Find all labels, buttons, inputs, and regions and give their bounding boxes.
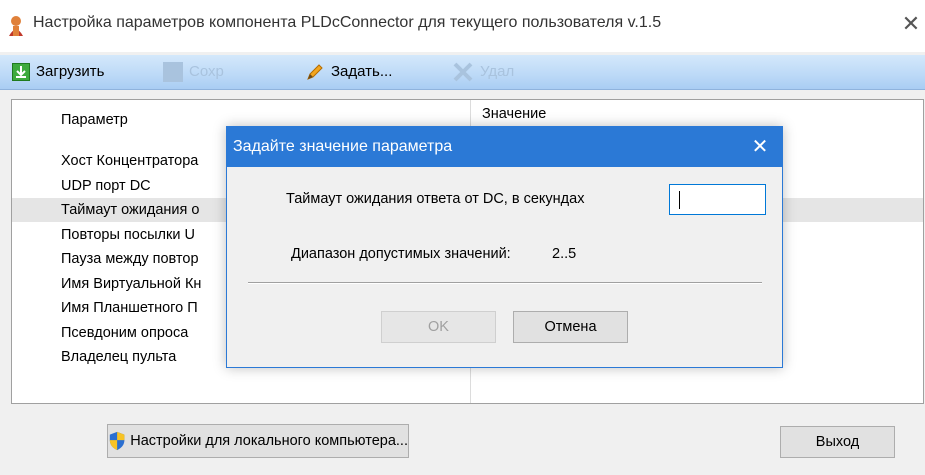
parameter-name-cell: Псевдоним опроса [61, 324, 189, 341]
delete-button[interactable]: Удал [452, 55, 514, 89]
parameter-name-cell: UDP порт DC [61, 177, 151, 194]
save-button[interactable]: Сохр [163, 55, 224, 89]
parameter-name-cell: Таймаут ожидания о [61, 202, 200, 218]
column-header-parameter[interactable]: Параметр [61, 112, 128, 128]
load-label: Загрузить [36, 63, 105, 80]
parameter-name-cell: Пауза между повтор [61, 251, 199, 267]
exit-label: Выход [815, 434, 860, 450]
app-icon [9, 16, 23, 36]
set-button[interactable]: Задать... [305, 55, 392, 89]
local-settings-label: Настройки для локального компьютера... [130, 433, 408, 449]
dialog-title: Задайте значение параметра [233, 138, 453, 155]
parameter-name-cell: Имя Планшетного П [61, 300, 198, 316]
dialog-title-bar: Задайте значение параметра ✕ [227, 127, 782, 167]
parameter-name-cell: Имя Виртуальной Кн [61, 275, 202, 292]
pencil-icon [307, 64, 323, 80]
window-title: Настройка параметров компонента PLDcConn… [33, 14, 662, 31]
set-value-dialog: Задайте значение параметра ✕ Таймаут ожи… [226, 126, 783, 368]
ok-label: OK [428, 319, 449, 335]
local-settings-button[interactable]: Настройки для локального компьютера... [107, 424, 409, 458]
dialog-close-button[interactable]: ✕ [745, 132, 775, 162]
value-field-label: Таймаут ожидания ответа от DC, в секунда… [286, 191, 585, 207]
title-bar: Настройка параметров компонента PLDcConn… [0, 0, 925, 52]
parameter-name-cell: Хост Концентратора [61, 153, 199, 169]
set-label: Задать... [331, 63, 393, 80]
download-icon [12, 63, 30, 81]
delete-x-icon [453, 62, 473, 82]
text-caret [679, 191, 680, 209]
toolbar: Загрузить Сохр Задать... Удал [0, 55, 925, 90]
value-input[interactable] [669, 184, 766, 215]
ok-button[interactable]: OK [381, 311, 496, 343]
shield-icon [109, 431, 125, 451]
column-header-value[interactable]: Значение [482, 106, 546, 122]
exit-button[interactable]: Выход [780, 426, 895, 458]
cancel-label: Отмена [544, 319, 597, 335]
save-icon [163, 62, 183, 82]
load-button[interactable]: Загрузить [12, 55, 105, 89]
parameter-name-cell: Владелец пульта [61, 349, 177, 365]
cancel-button[interactable]: Отмена [513, 311, 628, 343]
save-label: Сохр [189, 63, 224, 80]
range-value: 2..5 [552, 246, 577, 262]
dialog-divider [248, 282, 762, 284]
parameter-name-cell: Повторы посылки U [61, 226, 195, 243]
range-label: Диапазон допустимых значений: [291, 246, 511, 262]
delete-label: Удал [480, 63, 515, 80]
window-close-button[interactable]: ✕ [898, 10, 924, 38]
